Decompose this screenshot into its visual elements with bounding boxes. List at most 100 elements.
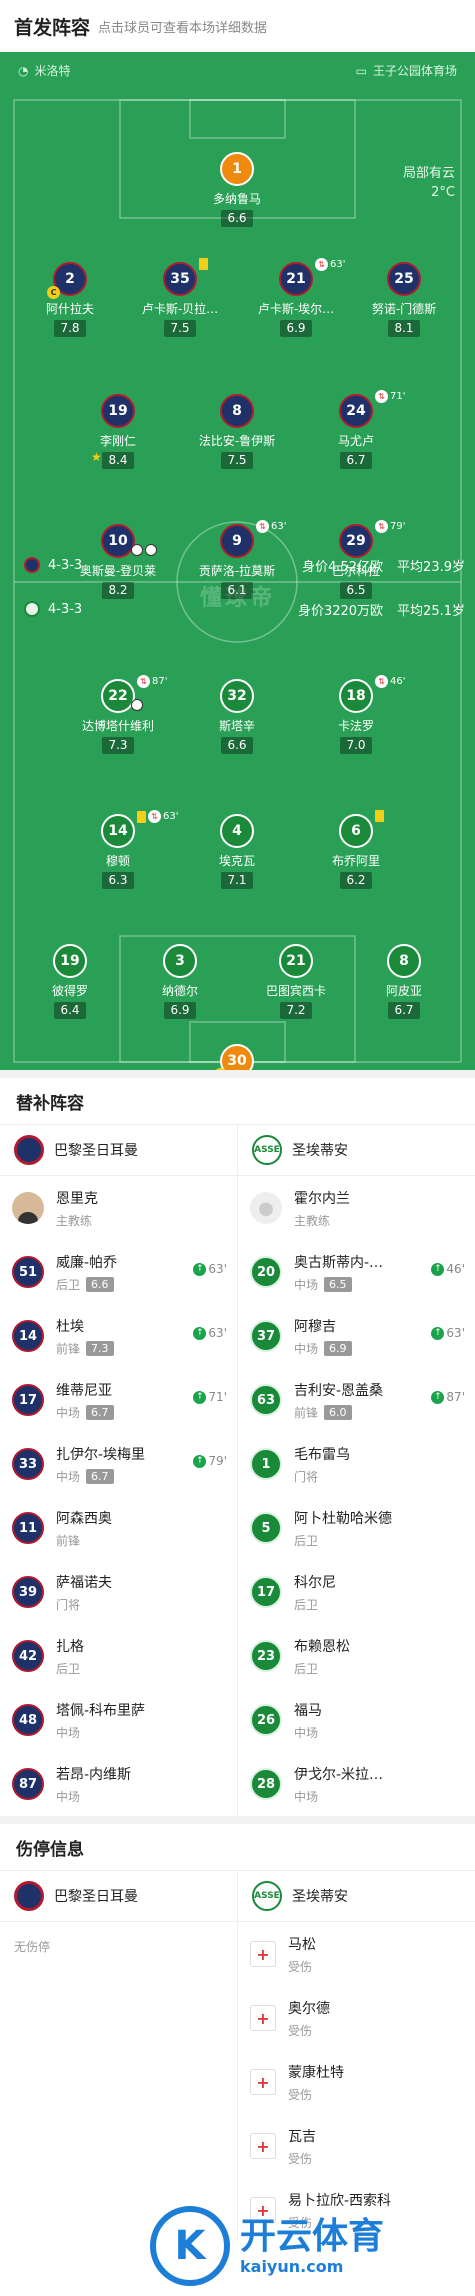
player-name: 纳德尔: [161, 984, 198, 998]
player-position: 前锋: [56, 1341, 81, 1356]
jersey-number: 14: [12, 1320, 44, 1352]
yellow-card-icon: [375, 810, 384, 822]
jersey-number: 42: [12, 1640, 44, 1672]
sub-player-row[interactable]: 1 毛布雷乌 门将: [238, 1432, 475, 1496]
player-away[interactable]: 14 ⇅ 63' 穆顿 6.3: [63, 810, 178, 889]
subs-home-team[interactable]: 巴黎圣日耳曼: [0, 1125, 237, 1175]
player-home[interactable]: 19 ★ 李刚仁 8.4: [63, 394, 173, 469]
coach-name: 霍尔内兰: [294, 1190, 350, 1207]
player-name: 杜埃: [56, 1318, 84, 1335]
sub-player-row[interactable]: 17 科尔尼 后卫: [238, 1560, 475, 1624]
player-position: 中场: [294, 1277, 319, 1292]
player-home[interactable]: 24 ⇅ 71' 马尤卢 6.7: [301, 390, 411, 469]
sub-player-row[interactable]: 28 伊戈尔-米拉… 中场: [238, 1752, 475, 1816]
player-name: 布赖恩松: [294, 1638, 350, 1655]
minute-text: 46': [446, 1262, 465, 1276]
player-home[interactable]: 2 C 阿什拉夫 7.8: [15, 262, 125, 337]
player-away[interactable]: 3 纳德尔 6.9: [125, 944, 235, 1019]
sub-player-row[interactable]: 17 维蒂尼亚 中场 6.7 ↑ 71': [0, 1368, 237, 1432]
player-home[interactable]: 35 卢卡斯-贝拉… 7.5: [125, 258, 235, 337]
referee-name: 米洛特: [34, 64, 71, 78]
player-name: 卡法罗: [337, 719, 374, 733]
sub-player-info: 若昂-内维斯 中场: [56, 1764, 131, 1805]
player-home[interactable]: 8 法比安-鲁伊斯 7.5: [182, 394, 292, 469]
player-position: 前锋: [294, 1405, 319, 1420]
substitution-icon: ⇅: [315, 258, 328, 271]
player-events: ⇅ 71': [375, 390, 405, 403]
sub-in-arrow-icon: ↑: [431, 1262, 445, 1276]
player-rating: 6.7: [86, 1468, 114, 1484]
player-name: 奥古斯蒂内-…: [294, 1254, 384, 1271]
sub-player-row[interactable]: 63 吉利安-恩盖桑 前锋 6.0 ↑ 87': [238, 1368, 475, 1432]
player-away[interactable]: 4 埃克瓦 7.1: [182, 814, 292, 889]
sub-player-row[interactable]: 51 威廉-帕乔 后卫 6.6 ↑ 63': [0, 1240, 237, 1304]
player-away[interactable]: 18 ⇅ 46' 卡法罗 7.0: [301, 675, 411, 754]
sub-in-arrow-icon: ↑: [193, 1454, 207, 1468]
sub-in-arrow-icon: ↑: [193, 1390, 207, 1404]
player-position: 后卫: [294, 1533, 319, 1548]
player-meta: 中场: [294, 1788, 383, 1805]
player-home[interactable]: 21 ⇅ 63' 卢卡斯-埃尔… 6.9: [241, 258, 351, 337]
player-away[interactable]: 32 斯塔辛 6.6: [182, 679, 292, 754]
sub-player-row[interactable]: 5 阿卜杜勒哈米德 后卫: [238, 1496, 475, 1560]
psg-badge-icon: [24, 557, 40, 573]
player-home[interactable]: 1 多纳鲁马 6.6: [182, 152, 292, 227]
jersey-number: 32: [220, 679, 254, 713]
home-coach[interactable]: 恩里克 主教练: [0, 1176, 237, 1240]
sub-player-row[interactable]: 11 阿森西奥 前锋: [0, 1496, 237, 1560]
sub-player-row[interactable]: 14 杜埃 前锋 7.3 ↑ 63': [0, 1304, 237, 1368]
sub-player-info: 扎格 后卫: [56, 1636, 84, 1677]
injury-info: 马松 受伤: [288, 1934, 316, 1975]
stadium-name: 王子公园体育场: [372, 64, 457, 78]
jersey-number: 19: [101, 394, 135, 428]
player-name: 维蒂尼亚: [56, 1382, 112, 1399]
sub-player-row[interactable]: 39 萨福诺夫 门将: [0, 1560, 237, 1624]
player-away[interactable]: 22 ⇅ 87' 达博塔什维利 7.3: [63, 675, 173, 754]
sub-player-row[interactable]: 42 扎格 后卫: [0, 1624, 237, 1688]
player-away[interactable]: 8 阿皮亚 6.7: [349, 944, 459, 1019]
jersey-number: 14: [101, 814, 135, 848]
brand-url: kaiyun.com: [240, 2256, 344, 2276]
injured-player-row[interactable]: + 瓦吉 受伤: [238, 2114, 475, 2178]
player-rating: 6.7: [86, 1404, 114, 1420]
player-away[interactable]: 19 彼得罗 6.4: [15, 944, 125, 1019]
minute-text: 79': [208, 1454, 227, 1468]
player-name: 奥尔德: [288, 2000, 330, 2017]
sub-player-info: 维蒂尼亚 中场 6.7: [56, 1380, 114, 1421]
player-name: 瓦吉: [288, 2128, 316, 2145]
player-position: 门将: [56, 1597, 81, 1612]
jersey-number: 8: [387, 944, 421, 978]
player-home[interactable]: 25 努诺-门德斯 8.1: [349, 262, 459, 337]
player-away[interactable]: 30C拉尔索纳8.1: [182, 1044, 292, 1070]
sub-in-minute: ↑ 63': [193, 1326, 227, 1340]
sub-player-row[interactable]: 37 阿穆吉 中场 6.9 ↑ 63': [238, 1304, 475, 1368]
player-meta: 中场 6.7: [56, 1468, 145, 1485]
coach-role: 主教练: [56, 1213, 93, 1228]
sub-player-info: 科尔尼 后卫: [294, 1572, 336, 1613]
player-rating: 6.9: [280, 320, 312, 337]
injured-player-row[interactable]: + 蒙康杜特 受伤: [238, 2050, 475, 2114]
subs-away-team[interactable]: ASSE 圣埃蒂安: [237, 1125, 475, 1175]
sub-player-row[interactable]: 20 奥古斯蒂内-… 中场 6.5 ↑ 46': [238, 1240, 475, 1304]
sub-player-row[interactable]: 23 布赖恩松 后卫: [238, 1624, 475, 1688]
substitution-icon: ⇅: [375, 390, 388, 403]
player-away[interactable]: 21 巴图宾西卡 7.2: [241, 944, 351, 1019]
player-name: 多纳鲁马: [212, 192, 261, 206]
player-away[interactable]: 6 布乔阿里 6.2: [301, 810, 411, 889]
sub-player-row[interactable]: 33 扎伊尔-埃梅里 中场 6.7 ↑ 79': [0, 1432, 237, 1496]
lineup-header: 首发阵容 点击球员可查看本场详细数据: [0, 0, 475, 52]
injured-player-row[interactable]: + 奥尔德 受伤: [238, 1986, 475, 2050]
sub-player-row[interactable]: 48 塔佩-科布里萨 中场: [0, 1688, 237, 1752]
sub-player-row[interactable]: 87 若昂-内维斯 中场: [0, 1752, 237, 1816]
sub-player-row[interactable]: 26 福马 中场: [238, 1688, 475, 1752]
injured-player-row[interactable]: + 马松 受伤: [238, 1922, 475, 1986]
player-rating: 6.3: [102, 872, 134, 889]
away-value: 身价3220万欧: [297, 603, 384, 619]
injuries-away-team[interactable]: ASSE 圣埃蒂安: [237, 1871, 475, 1921]
away-coach[interactable]: ● 霍尔内兰 主教练: [238, 1176, 475, 1240]
away-team-name: 圣埃蒂安: [292, 1143, 348, 1159]
jersey-number: 28: [250, 1768, 282, 1800]
injuries-home-team[interactable]: 巴黎圣日耳曼: [0, 1871, 237, 1921]
jersey-number: 18: [339, 679, 373, 713]
jersey-number: 29: [339, 524, 373, 558]
